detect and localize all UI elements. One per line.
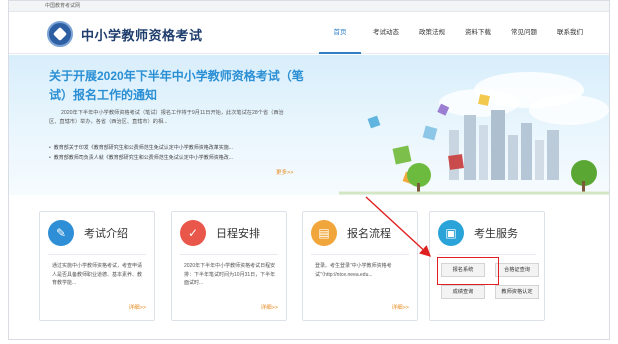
card-description: 登录。考生登录“中小学教师资格考试”（http://ntce.neea.edu.… <box>315 263 392 278</box>
card-more-link[interactable]: 详细>> <box>129 303 146 311</box>
certificate-query-button[interactable]: 合格证查询 <box>495 263 539 277</box>
emblem-icon <box>47 21 73 47</box>
score-query-button[interactable]: 成绩查询 <box>441 285 485 299</box>
card-divider <box>438 254 536 255</box>
site-label[interactable]: 中国教育考试网 <box>45 2 80 9</box>
card-header: ▣ 考生服务 <box>438 220 518 246</box>
teacher-qualification-button[interactable]: 教师资格认定 <box>495 285 539 299</box>
card-registration-process: ▤ 报名流程 登录。考生登录“中小学教师资格考试”（http://ntce.ne… <box>302 211 418 321</box>
nav-item-faq[interactable]: 常见问题 <box>503 12 545 54</box>
card-header: ✎ 考试介绍 <box>48 220 128 246</box>
banner-summary: 2020年下半年中小学教师资格考试（笔试）报名工作将于9月11日开始，此次笔试在… <box>49 110 284 125</box>
highlight-box <box>437 257 499 285</box>
card-header: ✓ 日程安排 <box>180 220 260 246</box>
banner-headline[interactable]: 关于开展2020年下半年中小学教师资格考试（笔试）报名工作的通知 <box>49 67 309 105</box>
nav-item-downloads[interactable]: 资料下载 <box>457 12 499 54</box>
checkmark-icon: ✓ <box>180 220 206 246</box>
nav-item-contact[interactable]: 联系我们 <box>549 12 591 54</box>
banner-link-list: 教育部关于印发《教育部研究生和公费师范生免试认定中小学教师资格改革实施... 教… <box>49 143 299 163</box>
card-description: 通过实施中小学教师资格考试，考查申请人是否具备教师职业道德、基本素养、教育教学能… <box>52 263 143 286</box>
card-description: 2020年下半年中小学教师资格考试日程安排：下半年笔试时间为10月31日，下半年… <box>184 263 276 286</box>
card-more-link[interactable]: 详细>> <box>392 303 409 311</box>
main-nav: 首页 考试动态 政策法规 资料下载 常见问题 联系我们 <box>315 12 591 54</box>
card-header: ▤ 报名流程 <box>311 220 391 246</box>
card-more-link[interactable]: 详细>> <box>261 303 278 311</box>
hero-banner: 关于开展2020年下半年中小学教师资格考试（笔试）报名工作的通知 2020年下半… <box>9 55 609 195</box>
nav-item-home[interactable]: 首页 <box>319 12 361 54</box>
folder-icon: ▤ <box>311 220 337 246</box>
card-schedule: ✓ 日程安排 2020年下半年中小学教师资格考试日程安排：下半年笔试时间为10月… <box>171 211 287 321</box>
card-title[interactable]: 考试介绍 <box>84 225 128 241</box>
card-title[interactable]: 日程安排 <box>216 225 260 241</box>
top-utility-bar: 中国教育考试网 <box>9 1 609 12</box>
pencil-note-icon: ✎ <box>48 220 74 246</box>
page-frame: 中国教育考试网 中小学教师资格考试 首页 考试动态 政策法规 资料下载 常见问题… <box>8 0 610 340</box>
banner-link-item[interactable]: 教育部教师司负责人就《教育部研究生和公费师范生免试认定中小学教师资格改... <box>49 153 299 163</box>
card-divider <box>48 254 146 255</box>
card-divider <box>180 254 278 255</box>
banner-more-link[interactable]: 更多>> <box>276 168 293 176</box>
card-exam-intro: ✎ 考试介绍 通过实施中小学教师资格考试，考查申请人是否具备教师职业道德、基本素… <box>39 211 155 321</box>
banner-link-item[interactable]: 教育部关于印发《教育部研究生和公费师范生免试认定中小学教师资格改革实施... <box>49 143 299 153</box>
user-card-icon: ▣ <box>438 220 464 246</box>
card-title[interactable]: 考生服务 <box>474 225 518 241</box>
nav-item-policies[interactable]: 政策法规 <box>411 12 453 54</box>
card-divider <box>311 254 409 255</box>
site-header: 中小学教师资格考试 首页 考试动态 政策法规 资料下载 常见问题 联系我们 <box>9 12 609 54</box>
nav-item-exam-news[interactable]: 考试动态 <box>365 12 407 54</box>
site-logo[interactable]: 中小学教师资格考试 <box>47 21 203 47</box>
logo-text: 中小学教师资格考试 <box>81 27 203 43</box>
card-title[interactable]: 报名流程 <box>347 225 391 241</box>
